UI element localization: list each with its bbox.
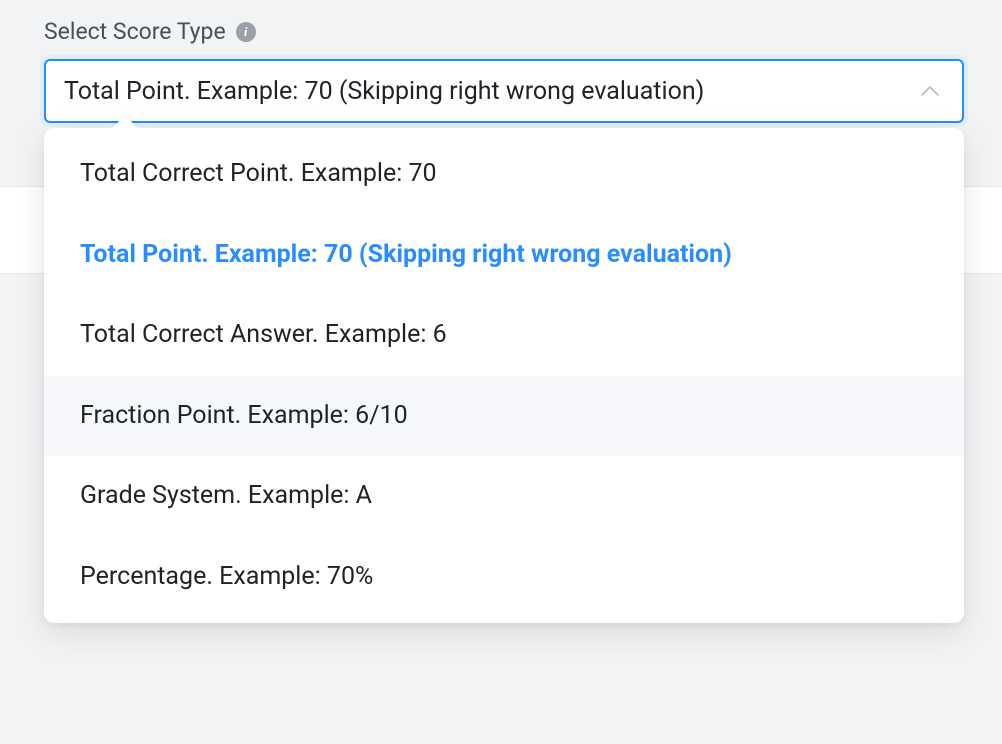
score-type-select[interactable]: Total Point. Example: 70 (Skipping right… — [44, 59, 964, 123]
dropdown-option[interactable]: Percentage. Example: 70% — [44, 537, 964, 618]
score-type-dropdown: Total Correct Point. Example: 70Total Po… — [44, 128, 964, 623]
chevron-up-icon — [920, 81, 940, 101]
dropdown-option[interactable]: Total Correct Point. Example: 70 — [44, 134, 964, 215]
dropdown-option[interactable]: Fraction Point. Example: 6/10 — [44, 376, 964, 457]
dropdown-option[interactable]: Total Point. Example: 70 (Skipping right… — [44, 215, 964, 296]
score-type-field: Select Score Type i Total Point. Example… — [44, 18, 964, 123]
info-icon[interactable]: i — [236, 22, 256, 42]
field-label: Select Score Type — [44, 18, 226, 45]
field-label-row: Select Score Type i — [44, 18, 964, 45]
dropdown-option[interactable]: Grade System. Example: A — [44, 456, 964, 537]
select-value: Total Point. Example: 70 (Skipping right… — [64, 77, 704, 106]
dropdown-option[interactable]: Total Correct Answer. Example: 6 — [44, 295, 964, 376]
